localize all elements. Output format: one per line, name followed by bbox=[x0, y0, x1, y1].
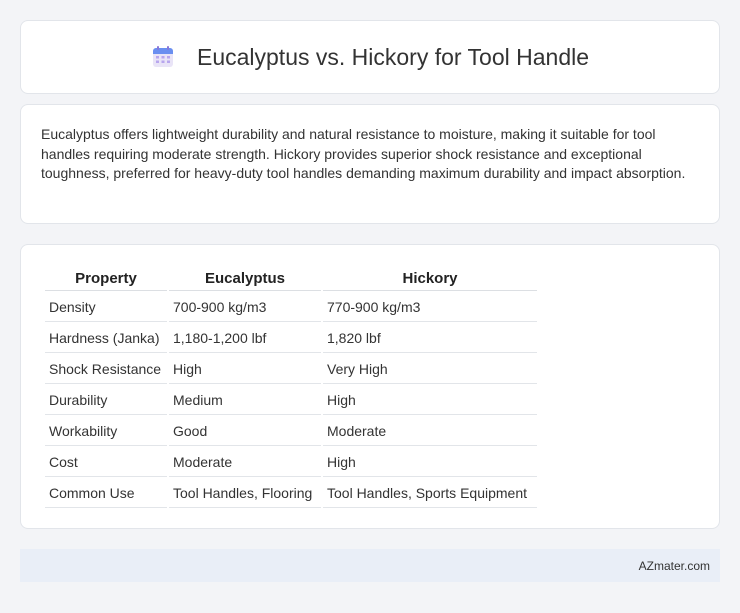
cell-hickory: High bbox=[323, 386, 537, 415]
cell-property: Density bbox=[45, 293, 167, 322]
cell-property: Common Use bbox=[45, 479, 167, 508]
table-row: Hardness (Janka) 1,180-1,200 lbf 1,820 l… bbox=[45, 324, 537, 353]
page-title: Eucalyptus vs. Hickory for Tool Handle bbox=[196, 43, 590, 70]
header-hickory: Hickory bbox=[323, 267, 537, 291]
title-wrap: Eucalyptus vs. Hickory for Tool Handle bbox=[151, 44, 589, 71]
cell-eucalyptus: Tool Handles, Flooring bbox=[169, 479, 321, 508]
description-text: Eucalyptus offers lightweight durability… bbox=[41, 126, 686, 181]
footer: AZmater.com bbox=[20, 549, 720, 582]
cell-eucalyptus: 700-900 kg/m3 bbox=[169, 293, 321, 322]
cell-property: Cost bbox=[45, 448, 167, 477]
footer-site-link[interactable]: AZmater.com bbox=[639, 559, 710, 573]
cell-eucalyptus: High bbox=[169, 355, 321, 384]
title-card: Eucalyptus vs. Hickory for Tool Handle bbox=[20, 20, 720, 94]
cell-eucalyptus: 1,180-1,200 lbf bbox=[169, 324, 321, 353]
description-card: Eucalyptus offers lightweight durability… bbox=[20, 104, 720, 224]
cell-property: Durability bbox=[45, 386, 167, 415]
cell-hickory: Moderate bbox=[323, 417, 537, 446]
cell-hickory: Tool Handles, Sports Equipment bbox=[323, 479, 537, 508]
table-header-row: Property Eucalyptus Hickory bbox=[45, 267, 537, 291]
header-eucalyptus: Eucalyptus bbox=[169, 267, 321, 291]
cell-hickory: 770-900 kg/m3 bbox=[323, 293, 537, 322]
table-row: Shock Resistance High Very High bbox=[45, 355, 537, 384]
table-row: Density 700-900 kg/m3 770-900 kg/m3 bbox=[45, 293, 537, 322]
table-row: Cost Moderate High bbox=[45, 448, 537, 477]
cell-eucalyptus: Good bbox=[169, 417, 321, 446]
cell-eucalyptus: Moderate bbox=[169, 448, 321, 477]
table-row: Common Use Tool Handles, Flooring Tool H… bbox=[45, 479, 537, 508]
table-row: Durability Medium High bbox=[45, 386, 537, 415]
comparison-table: Property Eucalyptus Hickory Density 700-… bbox=[43, 265, 539, 510]
calendar-icon bbox=[152, 46, 173, 67]
cell-hickory: High bbox=[323, 448, 537, 477]
cell-property: Workability bbox=[45, 417, 167, 446]
cell-property: Hardness (Janka) bbox=[45, 324, 167, 353]
cell-eucalyptus: Medium bbox=[169, 386, 321, 415]
cell-hickory: 1,820 lbf bbox=[323, 324, 537, 353]
cell-hickory: Very High bbox=[323, 355, 537, 384]
table-card: Property Eucalyptus Hickory Density 700-… bbox=[20, 244, 720, 529]
table-row: Workability Good Moderate bbox=[45, 417, 537, 446]
cell-property: Shock Resistance bbox=[45, 355, 167, 384]
header-property: Property bbox=[45, 267, 167, 291]
